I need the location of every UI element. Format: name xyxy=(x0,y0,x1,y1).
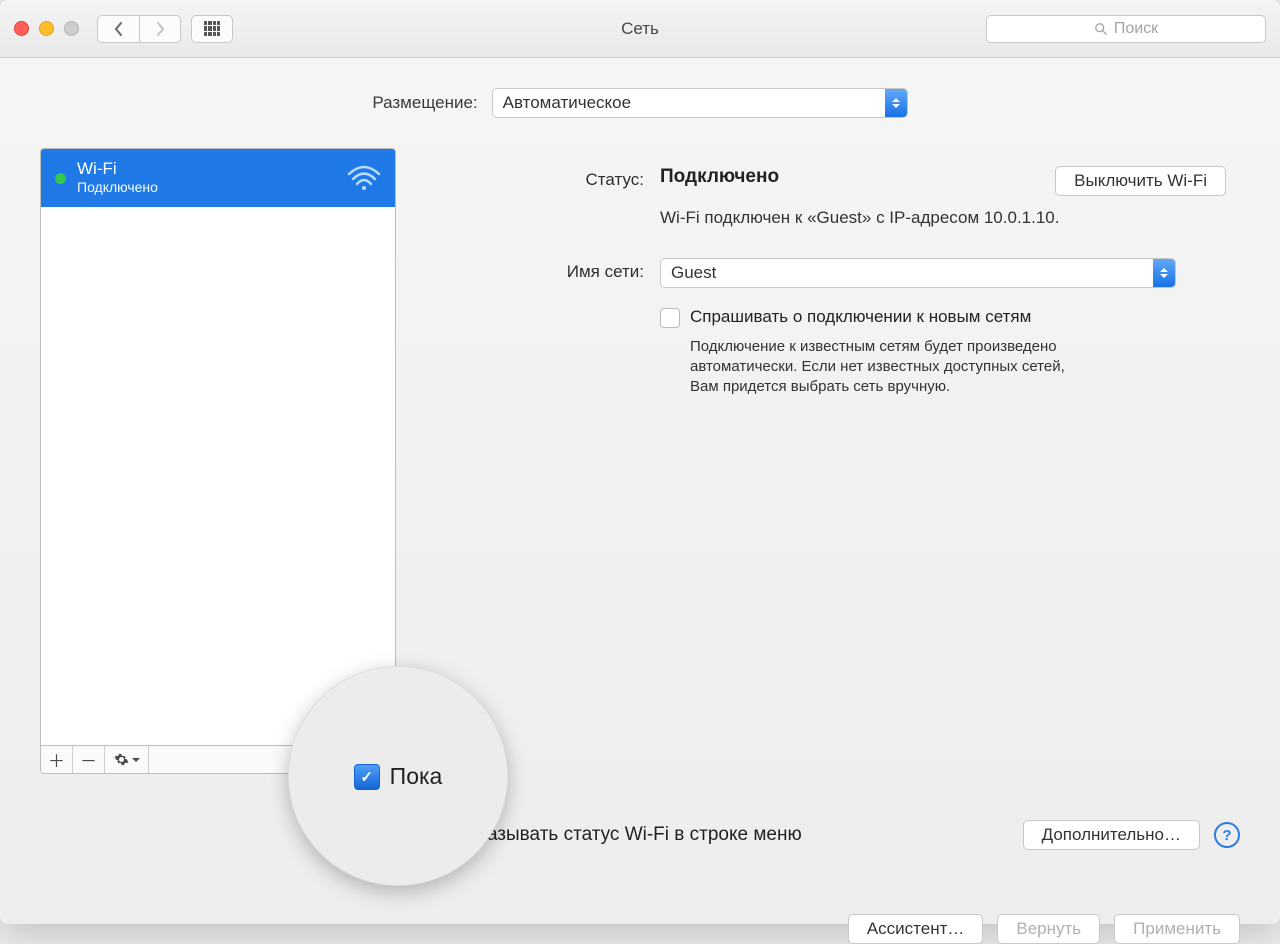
detail-panel: Статус: Подключено Выключить Wi-Fi Wi-Fi… xyxy=(418,148,1240,774)
back-button[interactable] xyxy=(97,15,139,43)
zoom-callout: Пока xyxy=(288,666,508,886)
wifi-off-button[interactable]: Выключить Wi-Fi xyxy=(1055,166,1226,196)
location-row: Размещение: Автоматическое xyxy=(40,88,1240,118)
nav-buttons xyxy=(97,15,181,43)
location-label: Размещение: xyxy=(372,93,477,113)
zoom-window-button[interactable] xyxy=(64,21,79,36)
body: Размещение: Автоматическое Wi-Fi Подключ… xyxy=(0,58,1280,924)
search-icon xyxy=(1094,22,1108,36)
revert-button[interactable]: Вернуть xyxy=(997,914,1100,944)
help-button[interactable]: ? xyxy=(1214,822,1240,848)
status-description: Wi-Fi подключен к «Guest» с IP-адресом 1… xyxy=(660,206,1080,230)
main-area: Wi-Fi Подключено ＋ － xyxy=(40,148,1240,774)
titlebar: Сеть Поиск xyxy=(0,0,1280,58)
gear-icon xyxy=(114,752,129,767)
sidebar-item-name: Wi-Fi xyxy=(77,159,347,179)
chevron-updown-icon xyxy=(885,89,907,117)
minimize-window-button[interactable] xyxy=(39,21,54,36)
remove-interface-button[interactable]: － xyxy=(73,746,105,773)
window-title: Сеть xyxy=(621,19,659,39)
ask-to-join-checkbox[interactable] xyxy=(660,308,680,328)
show-in-menubar-label: Показывать статус Wi-Fi в строке меню xyxy=(454,824,1009,846)
traffic-lights xyxy=(14,21,79,36)
assistant-button[interactable]: Ассистент… xyxy=(848,914,984,944)
location-value: Автоматическое xyxy=(503,93,631,113)
search-placeholder: Поиск xyxy=(1114,20,1158,38)
chevron-updown-icon xyxy=(1153,259,1175,287)
forward-button[interactable] xyxy=(139,15,181,43)
network-preferences-window: Сеть Поиск Размещение: Автоматическое Wi… xyxy=(0,0,1280,924)
add-interface-button[interactable]: ＋ xyxy=(41,746,73,773)
sidebar-item-status: Подключено xyxy=(77,179,347,195)
network-name-value: Guest xyxy=(671,263,716,283)
show-all-button[interactable] xyxy=(191,15,233,43)
zoom-label-fragment: Пока xyxy=(390,763,443,790)
sidebar-item-wifi[interactable]: Wi-Fi Подключено xyxy=(41,149,395,207)
zoom-checkbox-icon xyxy=(354,764,380,790)
menubar-row: Показывать статус Wi-Fi в строке меню До… xyxy=(420,820,1240,850)
interface-actions-button[interactable] xyxy=(105,746,149,773)
wifi-icon xyxy=(347,164,381,190)
ask-to-join-label: Спрашивать о подключении к новым сетям xyxy=(690,306,1090,329)
close-window-button[interactable] xyxy=(14,21,29,36)
status-dot-icon xyxy=(55,173,66,184)
network-name-label: Имя сети: xyxy=(418,258,644,398)
location-select[interactable]: Автоматическое xyxy=(492,88,908,118)
advanced-button[interactable]: Дополнительно… xyxy=(1023,820,1200,850)
search-input[interactable]: Поиск xyxy=(986,15,1266,43)
status-value: Подключено xyxy=(660,166,779,188)
action-buttons-row: Ассистент… Вернуть Применить xyxy=(848,914,1240,944)
grid-icon xyxy=(204,21,220,37)
network-name-select[interactable]: Guest xyxy=(660,258,1176,288)
apply-button[interactable]: Применить xyxy=(1114,914,1240,944)
ask-to-join-description: Подключение к известным сетям будет прои… xyxy=(690,337,1090,398)
status-label: Статус: xyxy=(418,166,644,230)
